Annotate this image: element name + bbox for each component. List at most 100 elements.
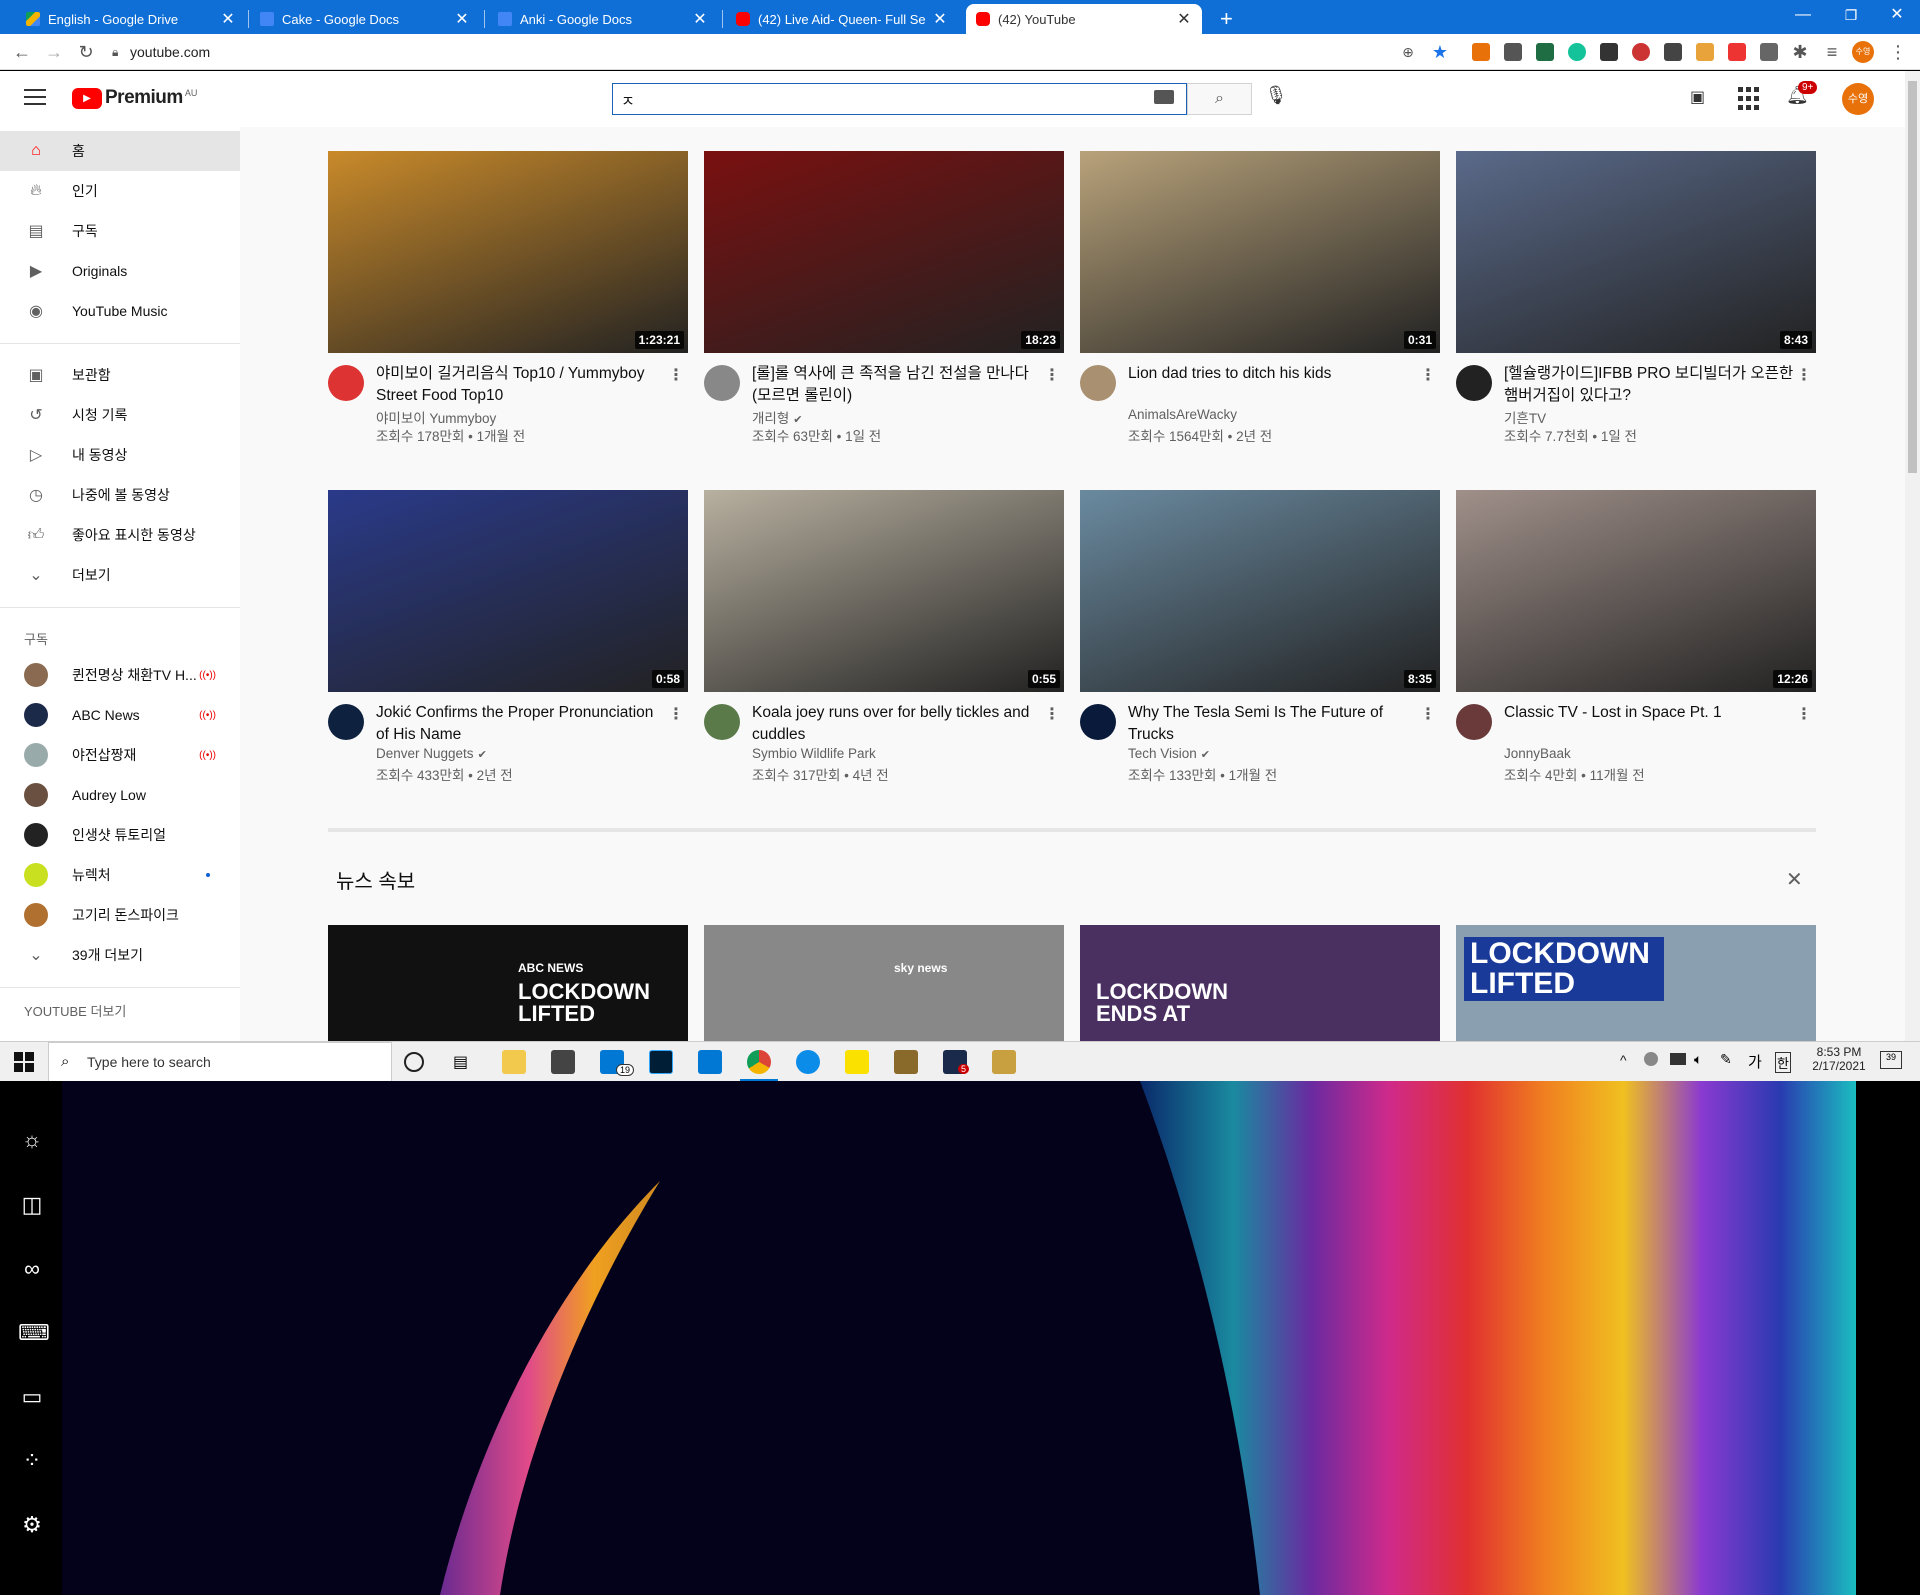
close-window-icon[interactable]: ✕ <box>1874 0 1920 30</box>
channel-avatar[interactable] <box>1080 704 1116 740</box>
video-thumbnail[interactable]: 0:55 <box>704 490 1064 692</box>
video-card[interactable]: 0:31 Lion dad tries to ditch his kids Anim… <box>1080 151 1440 453</box>
channel-name[interactable]: Denver Nuggets ✔ <box>376 746 487 761</box>
extension-icon[interactable] <box>1664 43 1682 61</box>
keyboard-icon[interactable]: ⌨ <box>18 1319 50 1347</box>
sidebar-item-liked[interactable]: 👍︎ 좋아요 표시한 동영상 <box>0 515 240 555</box>
video-title[interactable]: 야미보이 길거리음식 Top10 / Yummyboy Street Food … <box>376 363 666 407</box>
keyboard-icon[interactable] <box>1154 90 1174 104</box>
extension-new-icon[interactable] <box>1536 43 1554 61</box>
video-thumbnail[interactable]: 8:43 <box>1456 151 1816 353</box>
cortana-icon[interactable] <box>404 1052 424 1072</box>
sidebar-item-history[interactable]: ↺ 시청 기록 <box>0 395 240 435</box>
action-center-icon[interactable]: 39 <box>1880 1051 1902 1069</box>
store-icon[interactable] <box>551 1050 575 1074</box>
channel-name[interactable]: 개리형 ✔ <box>752 407 802 427</box>
extension-icon[interactable] <box>1600 43 1618 61</box>
forward-icon[interactable]: → <box>42 40 66 64</box>
more-actions-icon[interactable]: ⋮ <box>1044 704 1060 724</box>
extension-icon[interactable] <box>1760 43 1778 61</box>
channel-avatar[interactable] <box>328 704 364 740</box>
close-tab-icon[interactable]: ✕ <box>220 9 236 29</box>
channel-name[interactable]: 기흔TV <box>1504 407 1546 427</box>
kakaotalk-icon[interactable] <box>845 1050 869 1074</box>
video-card[interactable]: 0:58 Jokić Confirms the Proper Pronunciat… <box>328 490 688 792</box>
task-view-icon[interactable]: ▤ <box>453 1052 468 1072</box>
video-thumbnail[interactable]: 12:26 <box>1456 490 1816 692</box>
sidebar-item-music[interactable]: ◉ YouTube Music <box>0 291 240 331</box>
sidebar-item-trending[interactable]: 🔥︎ 인기 <box>0 171 240 211</box>
sidebar-item-your-videos[interactable]: ▷ 내 동영상 <box>0 435 240 475</box>
more-actions-icon[interactable]: ⋮ <box>668 704 684 724</box>
channel-name[interactable]: Tech Vision ✔ <box>1128 746 1210 761</box>
ime-mode[interactable]: 한 <box>1775 1052 1791 1073</box>
page-scrollbar[interactable] <box>1905 71 1920 1041</box>
channel-avatar[interactable] <box>704 365 740 401</box>
scrollbar-thumb[interactable] <box>1908 81 1917 473</box>
video-title[interactable]: Lion dad tries to ditch his kids <box>1128 363 1418 385</box>
tab-youtube-active[interactable]: (42) YouTube ✕ <box>966 4 1202 34</box>
settings-gear-icon[interactable]: ⚙ <box>18 1511 46 1539</box>
extension-icon[interactable] <box>1632 43 1650 61</box>
pen-icon[interactable]: ✎ <box>1720 1051 1732 1068</box>
ime-indicator[interactable]: 가 <box>1748 1051 1762 1072</box>
profile-avatar[interactable]: 수영 <box>1852 41 1874 63</box>
video-title[interactable]: Classic TV - Lost in Space Pt. 1 <box>1504 702 1794 724</box>
league-icon[interactable] <box>894 1050 918 1074</box>
window-send-icon[interactable]: ◫ <box>18 1191 46 1219</box>
channel-avatar[interactable] <box>704 704 740 740</box>
taskbar-search-box[interactable]: ⌕ Type here to search <box>48 1042 392 1082</box>
league-client-icon[interactable] <box>992 1050 1016 1074</box>
subscription-channel[interactable]: 뉴렉처 <box>0 855 240 895</box>
address-bar[interactable]: 🔒︎ youtube.com <box>108 40 1408 64</box>
create-video-icon[interactable]: ▣ <box>1690 87 1714 111</box>
channel-avatar[interactable] <box>1456 704 1492 740</box>
subscription-channel[interactable]: Audrey Low <box>0 775 240 815</box>
news-thumbnail[interactable]: ABC NEWS LOCKDOWN LIFTED <box>328 925 688 1041</box>
chrome-icon[interactable] <box>747 1050 771 1074</box>
back-icon[interactable]: ← <box>10 40 34 64</box>
bookmark-star-icon[interactable]: ★ <box>1428 40 1452 64</box>
extensions-puzzle-icon[interactable]: ✱ <box>1788 40 1812 64</box>
sidebar-item-subscriptions[interactable]: ▤ 구독 <box>0 211 240 251</box>
grammarly-icon[interactable] <box>1568 43 1586 61</box>
channel-name[interactable]: Symbio Wildlife Park <box>752 746 876 761</box>
news-thumbnail[interactable]: LOCKDOWN ENDS AT <box>1080 925 1440 1041</box>
channel-name[interactable]: JonnyBaak <box>1504 746 1571 761</box>
video-thumbnail[interactable]: 0:58 <box>328 490 688 692</box>
video-card[interactable]: 1:23:21 야미보이 길거리음식 Top10 / Yummyboy Stree… <box>328 151 688 453</box>
reading-list-icon[interactable]: ≡ <box>1820 40 1844 64</box>
subscription-channel[interactable]: 인생샷 튜토리얼 <box>0 815 240 855</box>
pocket-icon[interactable] <box>1728 43 1746 61</box>
close-tab-icon[interactable]: ✕ <box>1176 9 1192 29</box>
video-title[interactable]: Koala joey runs over for belly tickles a… <box>752 702 1042 746</box>
chrome-menu-icon[interactable]: ⋮ <box>1886 40 1910 64</box>
tab-anki-docs[interactable]: Anki - Google Docs ✕ <box>488 4 718 34</box>
video-title[interactable]: [헬슐랭가이드]IFBB PRO 보디빌더가 오픈한 햄버거집이 있다고? <box>1504 363 1794 407</box>
reload-icon[interactable]: ↻ <box>74 40 98 64</box>
install-icon[interactable]: ⊕ <box>1396 40 1420 64</box>
video-title[interactable]: Why The Tesla Semi Is The Future of Truc… <box>1128 702 1418 746</box>
tray-icon[interactable] <box>1644 1052 1658 1066</box>
video-title[interactable]: Jokić Confirms the Proper Pronunciation … <box>376 702 666 746</box>
video-card[interactable]: 18:23 [롤]롤 역사에 큰 족적을 남긴 전설을 만나다 (모르면 롤린이)… <box>704 151 1064 453</box>
video-card[interactable]: 8:35 Why The Tesla Semi Is The Future of … <box>1080 490 1440 792</box>
video-card[interactable]: 0:55 Koala joey runs over for belly tickl… <box>704 490 1064 792</box>
edge-icon[interactable] <box>796 1050 820 1074</box>
video-thumbnail[interactable]: 8:35 <box>1080 490 1440 692</box>
channel-avatar[interactable] <box>1080 365 1116 401</box>
file-explorer-icon[interactable] <box>502 1050 526 1074</box>
sidebar-item-home[interactable]: ⌂ 홈 <box>0 131 240 171</box>
channel-avatar[interactable] <box>328 365 364 401</box>
youtube-logo[interactable]: ▶ Premium AU <box>72 87 197 109</box>
video-thumbnail[interactable]: 18:23 <box>704 151 1064 353</box>
search-button[interactable]: ⌕ <box>1187 83 1252 115</box>
more-actions-icon[interactable]: ⋮ <box>1420 704 1436 724</box>
close-tab-icon[interactable]: ✕ <box>932 9 948 29</box>
channel-avatar[interactable] <box>1456 365 1492 401</box>
sidebar-item-watch-later[interactable]: ◷ 나중에 볼 동영상 <box>0 475 240 515</box>
windows-start-icon[interactable] <box>14 1052 34 1072</box>
new-tab-button[interactable]: + <box>1210 4 1240 34</box>
news-thumbnail[interactable]: sky news <box>704 925 1064 1041</box>
close-tab-icon[interactable]: ✕ <box>454 9 470 29</box>
